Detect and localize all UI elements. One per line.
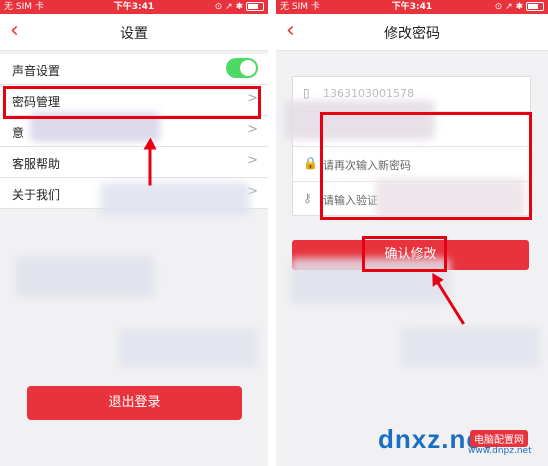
customer-help-label: 客服帮助 [12, 157, 61, 171]
redaction-blur [100, 182, 250, 216]
pointer-arrow-icon [148, 141, 152, 186]
chevron-right-icon: > [247, 122, 258, 137]
sound-toggle[interactable] [226, 58, 258, 78]
sound-settings-row: 声音设置 [0, 54, 268, 85]
nav-bar: ‹ 设置 [0, 14, 268, 51]
chevron-right-icon: > [247, 153, 258, 168]
settings-screen: 无 SIM 卡 下午3:41 ⊙ ↗ ✱ ‹ 设置 声音设置 密码管理 > 意 … [0, 0, 268, 466]
nav-bar: ‹ 修改密码 [276, 14, 548, 51]
customer-help-row[interactable]: 客服帮助 > [0, 147, 268, 178]
battery-icon [246, 2, 264, 11]
logout-button[interactable]: 退出登录 [27, 386, 242, 420]
phone-number-value: 1363103001578 [323, 87, 414, 100]
highlight-password-management [3, 86, 261, 119]
screen-divider [268, 0, 276, 466]
phone-icon: ▯ [303, 86, 310, 100]
status-icons: ⊙ ↗ ✱ [495, 0, 544, 14]
feedback-label: 意 [12, 126, 25, 140]
status-bar: 无 SIM 卡 下午3:41 ⊙ ↗ ✱ [276, 0, 548, 14]
page-title: 修改密码 [384, 26, 440, 42]
page-title: 设置 [120, 26, 148, 42]
redaction-blur [400, 326, 540, 368]
redaction-blur [118, 328, 258, 368]
sound-settings-label: 声音设置 [12, 64, 61, 78]
lock-icon: 🔒 [303, 156, 318, 170]
highlight-confirm-button [362, 236, 447, 272]
change-password-screen: 无 SIM 卡 下午3:41 ⊙ ↗ ✱ ‹ 修改密码 [276, 0, 548, 466]
battery-icon [526, 2, 544, 11]
site-watermark-url: www.dnpz.net [468, 446, 532, 456]
site-watermark-badge: 电脑配置网 [470, 430, 528, 447]
status-icons: ⊙ ↗ ✱ [215, 0, 264, 14]
status-bar: 无 SIM 卡 下午3:41 ⊙ ↗ ✱ [0, 0, 268, 14]
highlight-password-fields [320, 112, 532, 220]
key-icon: ⚷ [303, 191, 312, 205]
redaction-blur [15, 256, 155, 298]
about-us-label: 关于我们 [12, 188, 61, 202]
